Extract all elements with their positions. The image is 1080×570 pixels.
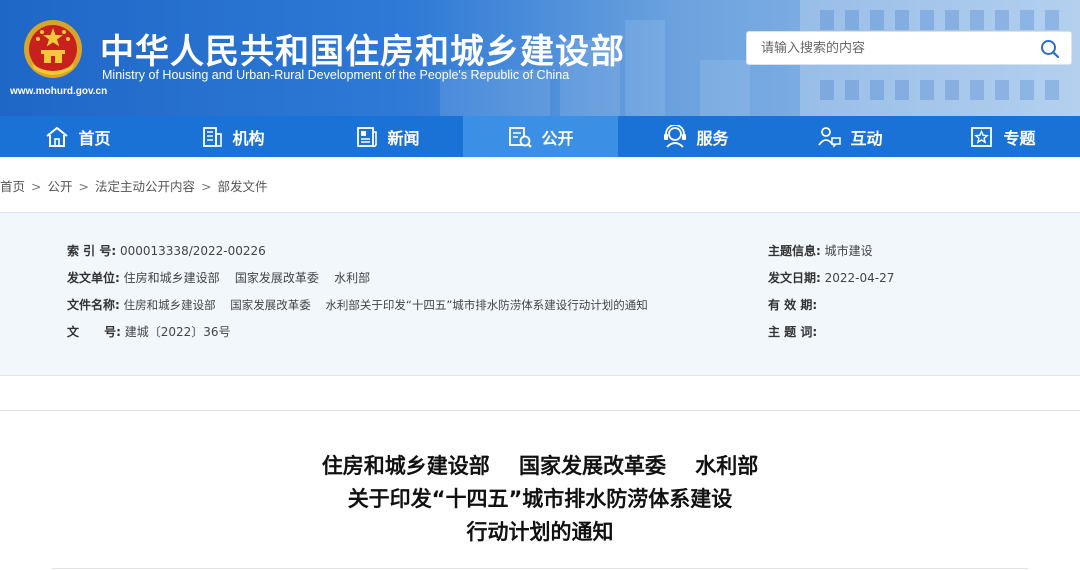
section-divider [0, 410, 1080, 411]
info-value-issuer: 住房和城乡建设部 国家发展改革委 水利部 [123, 271, 371, 285]
breadcrumb-separator: > [201, 179, 212, 194]
info-row-date: 发文日期: 2022-04-27 [768, 269, 894, 286]
info-label-date: 发文日期: [768, 271, 821, 285]
interaction-icon [818, 126, 842, 148]
info-row-docname: 文件名称: 住房和城乡建设部 国家发展改革委 水利部关于印发“十四五”城市排水防… [67, 296, 648, 313]
disclosure-icon [509, 126, 533, 148]
info-label-index: 索 引 号: [67, 244, 117, 258]
info-value-index: 000013338/2022-00226 [119, 244, 266, 258]
info-label-docname: 文件名称: [67, 298, 120, 312]
building-icon [203, 126, 223, 147]
breadcrumb-item-disclosure[interactable]: 公开 [48, 179, 73, 194]
breadcrumb-item-home[interactable]: 首页 [0, 179, 25, 194]
info-label-topic: 主题信息: [768, 244, 821, 258]
info-label-issuer: 发文单位: [67, 271, 120, 285]
nav-label-interaction: 互动 [850, 128, 883, 148]
nav-label-home: 首页 [78, 128, 111, 148]
search-input[interactable] [747, 32, 1027, 64]
document-info-panel: 索 引 号: 000013338/2022-00226 发文单位: 住房和城乡建… [0, 212, 1080, 376]
nav-item-disclosure[interactable]: 公开 [463, 116, 618, 157]
main-nav: 首页 机构 新闻 公开 服务 互动 专题 [0, 116, 1080, 157]
site-url[interactable]: www.mohurd.gov.cn [10, 86, 107, 97]
nav-label-topics: 专题 [1003, 128, 1036, 148]
breadcrumb-item-ministry-docs[interactable]: 部发文件 [218, 179, 268, 194]
nav-label-service: 服务 [696, 128, 729, 148]
content-divider [52, 568, 1028, 569]
nav-item-institutions[interactable]: 机构 [155, 116, 310, 157]
info-row-topic: 主题信息: 城市建设 [768, 242, 873, 259]
service-icon [664, 124, 687, 148]
topic-icon [971, 126, 993, 147]
document-title-line-2: 关于印发“十四五”城市排水防涝体系建设 [347, 487, 733, 511]
info-row-issuer: 发文单位: 住房和城乡建设部 国家发展改革委 水利部 [67, 269, 370, 286]
news-icon [357, 126, 378, 147]
breadcrumb: 首页 > 公开 > 法定主动公开内容 > 部发文件 [0, 176, 268, 195]
document-title: 住房和城乡建设部 国家发展改革委 水利部 关于印发“十四五”城市排水防涝体系建设… [0, 450, 1080, 549]
document-title-line-1: 住房和城乡建设部 国家发展改革委 水利部 [321, 454, 759, 478]
site-subtitle-en: Ministry of Housing and Urban-Rural Deve… [102, 68, 570, 82]
breadcrumb-item-statutory[interactable]: 法定主动公开内容 [95, 179, 195, 194]
info-value-topic: 城市建设 [824, 244, 873, 258]
info-label-docnum: 文 号: [67, 325, 121, 339]
info-label-validity: 有 效 期: [768, 298, 818, 312]
nav-label-disclosure: 公开 [541, 128, 574, 148]
nav-label-news: 新闻 [387, 128, 420, 148]
home-icon [46, 126, 69, 147]
nav-item-home[interactable]: 首页 [0, 116, 155, 157]
info-row-index: 索 引 号: 000013338/2022-00226 [67, 242, 266, 259]
site-title[interactable]: 中华人民共和国住房和城乡建设部 [100, 24, 625, 73]
nav-item-topics[interactable]: 专题 [925, 116, 1080, 157]
search-box [746, 31, 1072, 65]
search-icon[interactable] [1039, 38, 1061, 60]
nav-label-institutions: 机构 [232, 128, 265, 148]
info-row-validity: 有 效 期: [768, 296, 817, 313]
national-emblem-icon [24, 20, 82, 78]
nav-item-service[interactable]: 服务 [618, 116, 773, 157]
info-value-docname: 住房和城乡建设部 国家发展改革委 水利部关于印发“十四五”城市排水防涝体系建设行… [123, 298, 648, 312]
document-title-line-3: 行动计划的通知 [466, 520, 614, 544]
breadcrumb-separator: > [31, 179, 42, 194]
nav-item-news[interactable]: 新闻 [310, 116, 465, 157]
info-label-keywords: 主 题 词: [768, 325, 818, 339]
nav-item-interaction[interactable]: 互动 [772, 116, 927, 157]
site-header: 中华人民共和国住房和城乡建设部 Ministry of Housing and … [0, 0, 1080, 116]
info-value-date: 2022-04-27 [824, 271, 895, 285]
info-row-docnum: 文 号: 建城〔2022〕36号 [67, 323, 231, 340]
info-row-keywords: 主 题 词: [768, 323, 817, 340]
breadcrumb-separator: > [78, 179, 89, 194]
info-value-docnum: 建城〔2022〕36号 [124, 325, 231, 339]
